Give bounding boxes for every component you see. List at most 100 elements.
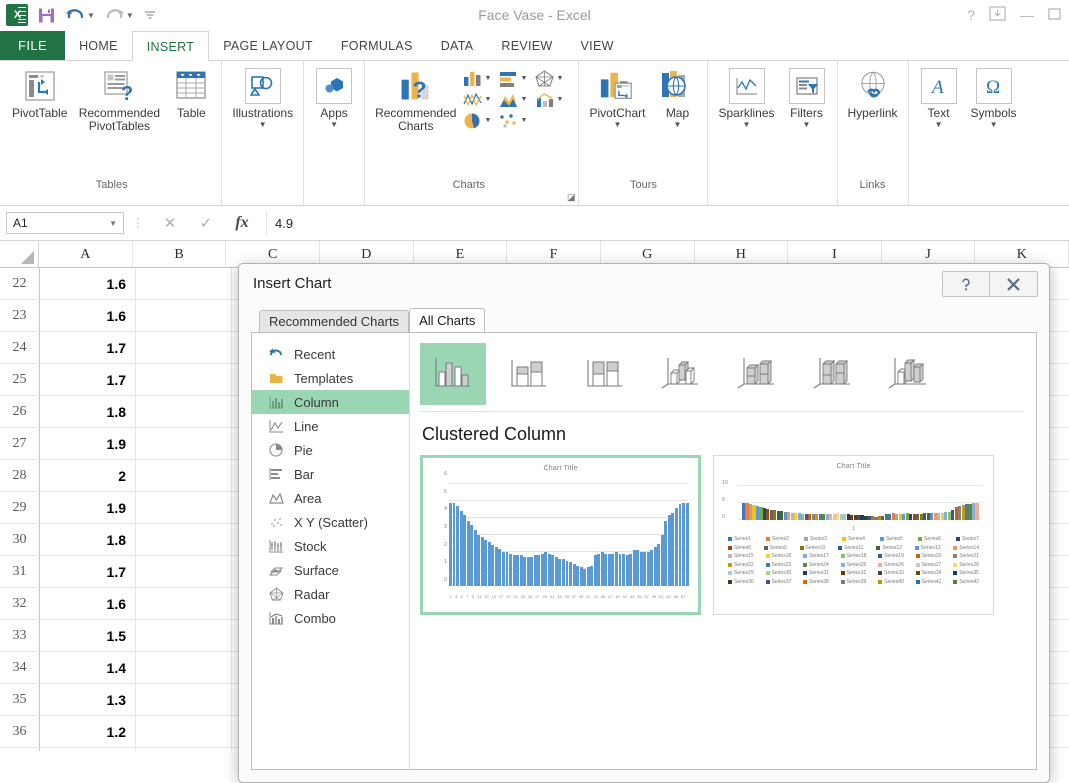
apps-button[interactable]: Apps ▼ bbox=[308, 65, 360, 132]
row-header[interactable]: 31 bbox=[0, 556, 40, 587]
column-header-b[interactable]: B bbox=[133, 241, 227, 267]
row-header[interactable]: 29 bbox=[0, 492, 40, 523]
subtype-3d-stacked-column[interactable] bbox=[724, 343, 790, 405]
cell-a[interactable]: 1.9 bbox=[40, 492, 136, 523]
chart-category-x-y-scatter[interactable]: X Y (Scatter) bbox=[252, 510, 409, 534]
chart-category-radar[interactable]: Radar bbox=[252, 582, 409, 606]
subtype-3d-column[interactable] bbox=[876, 343, 942, 405]
cell-a[interactable]: 1.7 bbox=[40, 556, 136, 587]
cell-a[interactable]: 1.6 bbox=[40, 300, 136, 331]
row-header[interactable]: 35 bbox=[0, 684, 40, 715]
cell-a[interactable]: 1.7 bbox=[40, 332, 136, 363]
bar-chart-button[interactable]: ▼ bbox=[498, 69, 532, 88]
chart-category-column[interactable]: Column bbox=[252, 390, 409, 414]
help-button[interactable]: ? bbox=[967, 8, 975, 22]
symbols-button[interactable]: Ω Symbols ▼ bbox=[965, 65, 1023, 132]
pie-chart-caret-icon[interactable]: ▼ bbox=[484, 117, 491, 124]
column-chart-caret-icon[interactable]: ▼ bbox=[484, 75, 491, 82]
scatter-line-chart-button[interactable]: ▼ bbox=[462, 90, 496, 109]
row-header[interactable]: 27 bbox=[0, 428, 40, 459]
row-header[interactable]: 26 bbox=[0, 396, 40, 427]
chart-preview-2[interactable]: Chart Title 0 5 10 1 Series1 Series2 Series3… bbox=[713, 455, 994, 615]
tab-data[interactable]: DATA bbox=[427, 31, 488, 60]
combo-chart-caret-icon[interactable]: ▼ bbox=[556, 96, 563, 103]
subtype-3d-clustered-column[interactable] bbox=[648, 343, 714, 405]
sparklines-button[interactable]: Sparklines ▼ bbox=[712, 65, 780, 132]
recommended-pivottables-button[interactable]: ? Recommended PivotTables bbox=[73, 65, 165, 136]
cell-empty[interactable] bbox=[136, 396, 232, 427]
enter-icon[interactable]: ✓ bbox=[188, 214, 224, 232]
apps-caret-icon[interactable]: ▼ bbox=[330, 121, 338, 129]
filters-button[interactable]: Filters ▼ bbox=[781, 65, 833, 132]
subtype-100-stacked-column[interactable] bbox=[572, 343, 638, 405]
tab-recommended-charts[interactable]: Recommended Charts bbox=[259, 310, 410, 332]
symbols-caret-icon[interactable]: ▼ bbox=[990, 121, 998, 129]
cell-a[interactable]: 1.6 bbox=[40, 268, 136, 299]
cell-a[interactable]: 1.6 bbox=[40, 588, 136, 619]
subtype-stacked-column[interactable] bbox=[496, 343, 562, 405]
cell-empty[interactable] bbox=[136, 684, 232, 715]
chart-category-area[interactable]: Area bbox=[252, 486, 409, 510]
dialog-close-button[interactable] bbox=[990, 272, 1037, 296]
cancel-icon[interactable]: ✕ bbox=[152, 214, 188, 232]
tab-formulas[interactable]: FORMULAS bbox=[327, 31, 427, 60]
chart-category-surface[interactable]: Surface bbox=[252, 558, 409, 582]
area-chart-button[interactable]: ▼ bbox=[498, 90, 532, 109]
charts-dialog-launcher-icon[interactable]: ◪ bbox=[567, 192, 576, 203]
row-header[interactable]: 36 bbox=[0, 716, 40, 747]
maximize-button[interactable] bbox=[1048, 7, 1061, 22]
formula-input[interactable] bbox=[266, 212, 1063, 234]
cell-a[interactable]: 1.7 bbox=[40, 364, 136, 395]
radar-chart-caret-icon[interactable]: ▼ bbox=[556, 75, 563, 82]
cell-a[interactable]: 1.4 bbox=[40, 652, 136, 683]
ribbon-display-options-button[interactable] bbox=[989, 6, 1006, 23]
column-chart-button[interactable]: ▼ bbox=[462, 69, 496, 88]
illustrations-caret-icon[interactable]: ▼ bbox=[259, 121, 267, 129]
cell-empty[interactable] bbox=[136, 268, 232, 299]
area-chart-caret-icon[interactable]: ▼ bbox=[520, 96, 527, 103]
combo-chart-button[interactable]: ▼ bbox=[534, 90, 568, 109]
chart-preview-1[interactable]: Chart Title 0 1 2 3 4 5 6 1 3 5 7 9 11 13 15 17 19 21 23 2… bbox=[420, 455, 701, 615]
row-header[interactable]: 33 bbox=[0, 620, 40, 651]
tab-all-charts[interactable]: All Charts bbox=[409, 308, 486, 332]
subtype-clustered-column[interactable] bbox=[420, 343, 486, 405]
tab-home[interactable]: HOME bbox=[65, 31, 132, 60]
hyperlink-button[interactable]: Hyperlink bbox=[842, 65, 904, 123]
filters-caret-icon[interactable]: ▼ bbox=[803, 121, 811, 129]
tab-review[interactable]: REVIEW bbox=[487, 31, 566, 60]
text-caret-icon[interactable]: ▼ bbox=[935, 121, 943, 129]
cell-a[interactable]: 1.8 bbox=[40, 396, 136, 427]
sparklines-caret-icon[interactable]: ▼ bbox=[743, 121, 751, 129]
row-header[interactable]: 34 bbox=[0, 652, 40, 683]
cell-a[interactable]: 1.8 bbox=[40, 524, 136, 555]
row-header[interactable]: 32 bbox=[0, 588, 40, 619]
scatter-chart-caret-icon[interactable]: ▼ bbox=[520, 117, 527, 124]
tab-page-layout[interactable]: PAGE LAYOUT bbox=[209, 31, 327, 60]
tab-view[interactable]: VIEW bbox=[567, 31, 628, 60]
subtype-3d-100-stacked-column[interactable] bbox=[800, 343, 866, 405]
pie-chart-button[interactable]: ▼ bbox=[462, 111, 496, 130]
pivottable-button[interactable]: PivotTable bbox=[6, 65, 73, 123]
row-header[interactable]: 22 bbox=[0, 268, 40, 299]
tab-file[interactable]: FILE bbox=[0, 31, 66, 60]
map-button[interactable]: Map ▼ bbox=[651, 65, 703, 132]
cell-empty[interactable] bbox=[136, 716, 232, 747]
name-box[interactable]: A1 ▼ bbox=[6, 212, 124, 234]
chart-category-line[interactable]: Line bbox=[252, 414, 409, 438]
bar-chart-caret-icon[interactable]: ▼ bbox=[520, 75, 527, 82]
chart-category-bar[interactable]: Bar bbox=[252, 462, 409, 486]
tab-insert[interactable]: INSERT bbox=[131, 31, 210, 61]
cell-a[interactable]: 1.5 bbox=[40, 620, 136, 651]
row-header[interactable]: 25 bbox=[0, 364, 40, 395]
cell-empty[interactable] bbox=[136, 332, 232, 363]
cell-a[interactable]: 2 bbox=[40, 460, 136, 491]
text-button[interactable]: A Text ▼ bbox=[913, 65, 965, 132]
cell-empty[interactable] bbox=[136, 428, 232, 459]
cell-empty[interactable] bbox=[136, 364, 232, 395]
cell-a[interactable]: 1.2 bbox=[40, 716, 136, 747]
dialog-help-button[interactable] bbox=[943, 272, 990, 296]
cell-empty[interactable] bbox=[136, 620, 232, 651]
cell-empty[interactable] bbox=[136, 524, 232, 555]
cell-empty[interactable] bbox=[136, 460, 232, 491]
table-button[interactable]: Table bbox=[165, 65, 217, 123]
